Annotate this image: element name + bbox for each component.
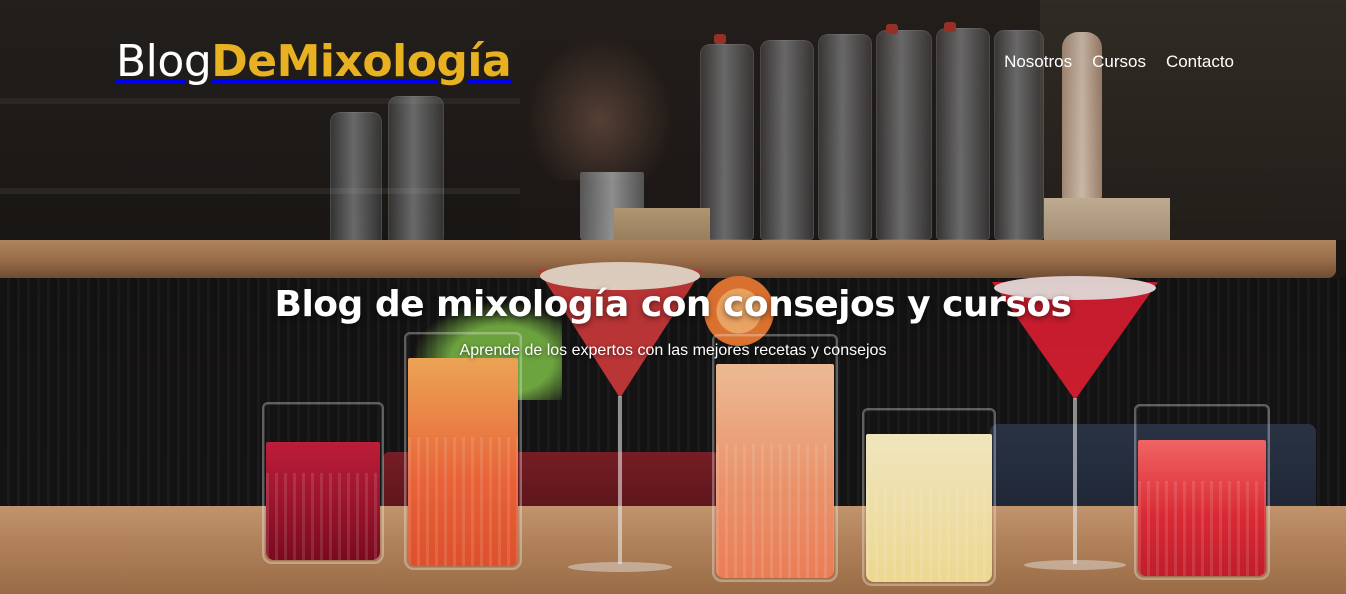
nav-link-cursos[interactable]: Cursos xyxy=(1092,52,1146,72)
logo-text-demixologia: DeMixología xyxy=(211,36,512,87)
logo-text-blog: Blog xyxy=(116,36,212,87)
hero-banner: BlogDeMixología Nosotros Cursos Contacto… xyxy=(0,0,1346,594)
main-navigation: Nosotros Cursos Contacto xyxy=(1004,52,1234,72)
site-logo[interactable]: BlogDeMixología xyxy=(116,36,512,87)
nav-link-nosotros[interactable]: Nosotros xyxy=(1004,52,1072,72)
hero-title: Blog de mixología con consejos y cursos xyxy=(274,284,1072,325)
hero-subtitle: Aprende de los expertos con las mejores … xyxy=(459,342,887,359)
nav-link-contacto[interactable]: Contacto xyxy=(1166,52,1234,72)
